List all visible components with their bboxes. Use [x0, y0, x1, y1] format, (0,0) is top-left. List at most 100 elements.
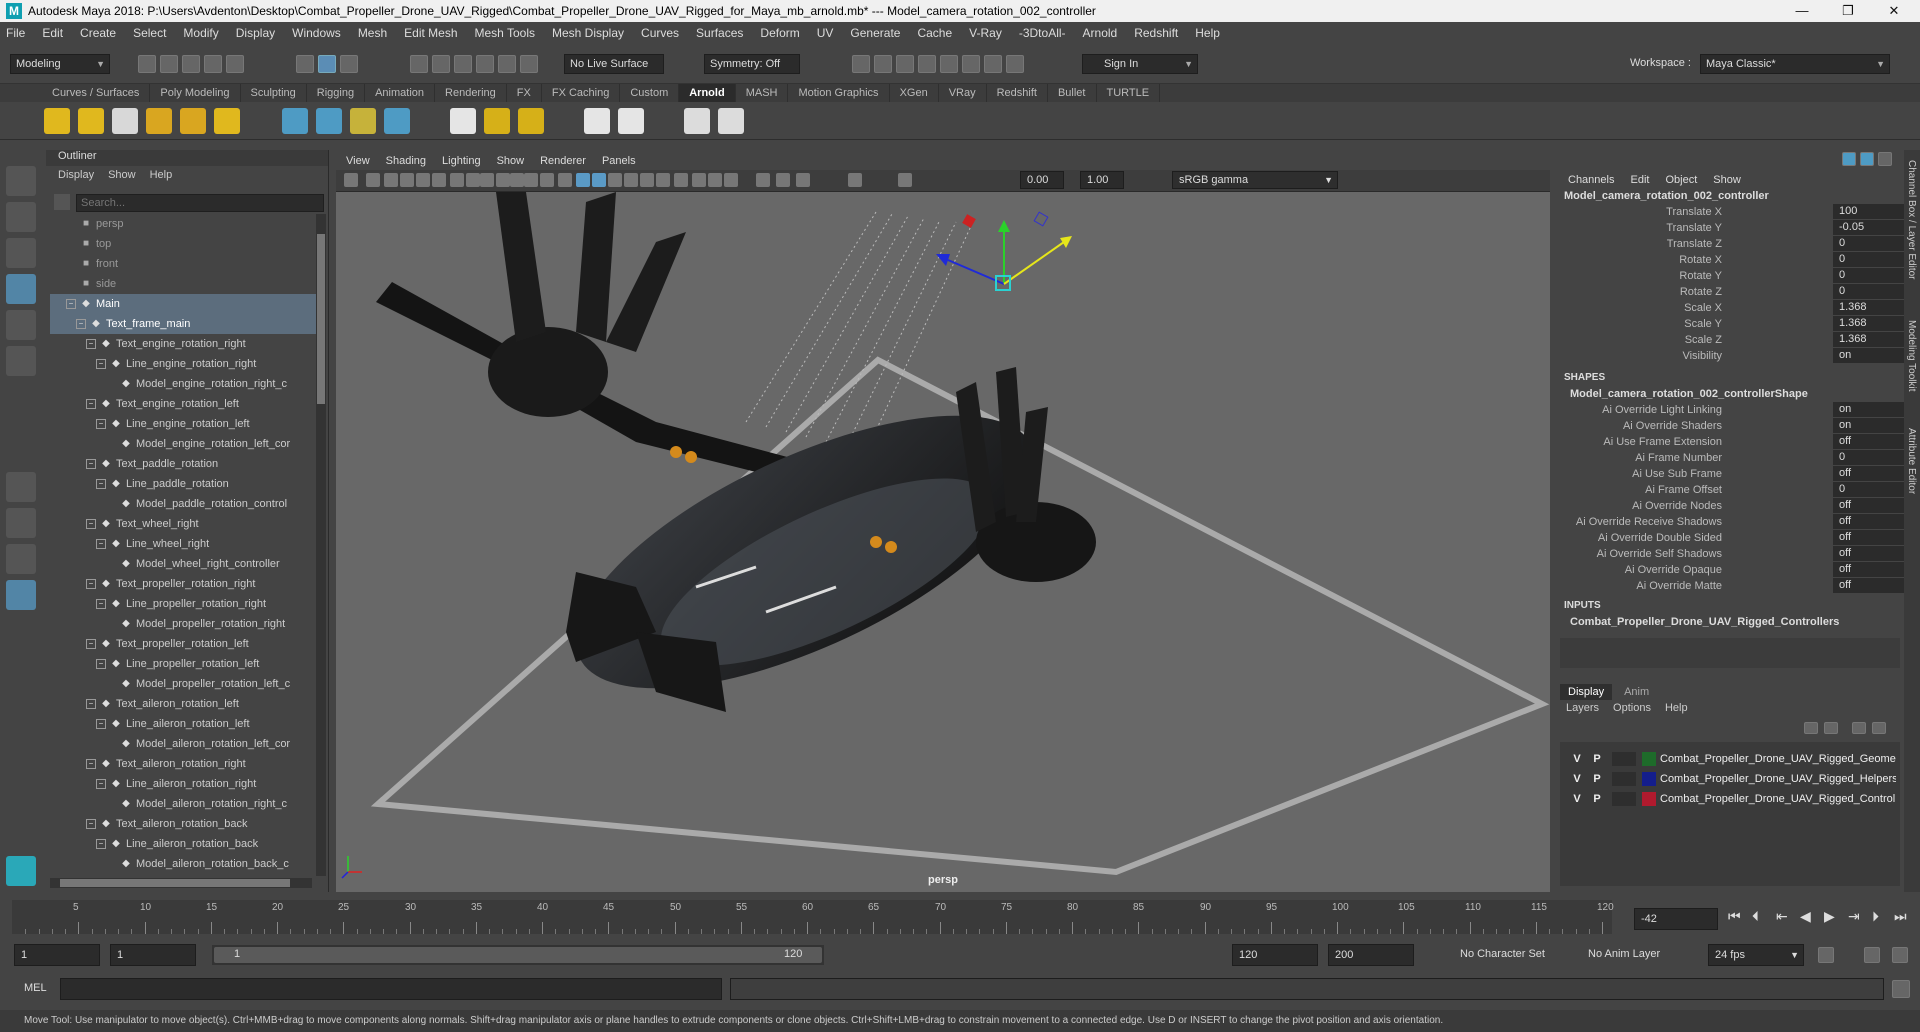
- color-manage-icon[interactable]: [898, 173, 912, 187]
- expand-toggle[interactable]: −: [66, 299, 76, 310]
- channel-value[interactable]: 0: [1833, 284, 1904, 299]
- new-scene-icon[interactable]: [138, 55, 156, 73]
- side-tab-modeling-toolkit[interactable]: Modeling Toolkit: [1906, 320, 1917, 392]
- gate-mask-icon[interactable]: [496, 173, 510, 187]
- anti-alias-icon[interactable]: [674, 173, 688, 187]
- channel-menu-channels[interactable]: Channels: [1568, 174, 1614, 186]
- layer-tab-display[interactable]: Display: [1560, 684, 1613, 700]
- layer-playback-toggle[interactable]: P: [1590, 750, 1604, 768]
- layer-color-swatch[interactable]: [1642, 792, 1656, 806]
- menu-help[interactable]: Help: [1195, 26, 1220, 40]
- undo-icon[interactable]: [204, 55, 222, 73]
- side-tab-channel-box[interactable]: Channel Box / Layer Editor: [1906, 160, 1917, 280]
- expand-toggle[interactable]: −: [86, 579, 96, 590]
- channel-name[interactable]: Ai Override Double Sided: [1598, 530, 1722, 546]
- channel-value[interactable]: 100: [1833, 204, 1904, 219]
- single-pane-layout-icon[interactable]: [6, 472, 36, 502]
- menu-deform[interactable]: Deform: [760, 26, 799, 40]
- channel-name[interactable]: Ai Frame Number: [1635, 450, 1722, 466]
- expand-toggle[interactable]: −: [96, 479, 106, 490]
- outliner-item[interactable]: ◆ Model_aileron_rotation_right_c: [50, 794, 320, 814]
- snap-curve-icon[interactable]: [432, 55, 450, 73]
- menu-cache[interactable]: Cache: [917, 26, 952, 40]
- playback-start-field[interactable]: 1: [110, 944, 196, 966]
- color-space-dropdown[interactable]: sRGB gamma ▼: [1172, 171, 1338, 189]
- viewport-menu-panels[interactable]: Panels: [602, 155, 636, 167]
- channel-value[interactable]: off: [1833, 562, 1904, 577]
- expand-toggle[interactable]: −: [76, 319, 86, 330]
- outliner-item[interactable]: − ◆ Line_wheel_right: [50, 534, 320, 554]
- exposure-field[interactable]: 0.00: [1020, 171, 1064, 189]
- channel-value[interactable]: off: [1833, 514, 1904, 529]
- expand-toggle[interactable]: −: [86, 699, 96, 710]
- menu-arnold[interactable]: Arnold: [1083, 26, 1118, 40]
- channel-name[interactable]: Ai Override Light Linking: [1602, 402, 1722, 418]
- channel-name[interactable]: Scale Y: [1684, 316, 1722, 332]
- play-forwards-icon[interactable]: ▶: [1824, 908, 1835, 925]
- menu-uv[interactable]: UV: [817, 26, 834, 40]
- exposure-icon[interactable]: [796, 173, 810, 187]
- outliner-vscroll-thumb[interactable]: [317, 234, 325, 404]
- menu-mesh-display[interactable]: Mesh Display: [552, 26, 624, 40]
- channel-name[interactable]: Ai Override Receive Shadows: [1576, 514, 1722, 530]
- snap-view-icon[interactable]: [498, 55, 516, 73]
- outliner-item[interactable]: ◆ Model_engine_rotation_right_c: [50, 374, 320, 394]
- standin-icon[interactable]: [282, 108, 308, 134]
- shelf-tab-animation[interactable]: Animation: [365, 84, 436, 102]
- wireframe-icon[interactable]: [558, 173, 572, 187]
- skydome-light-icon[interactable]: [146, 108, 172, 134]
- layer-visibility-toggle[interactable]: V: [1570, 770, 1584, 788]
- channel-name[interactable]: Rotate X: [1679, 252, 1722, 268]
- layer-type-toggle[interactable]: [1612, 772, 1636, 786]
- physical-sky-icon[interactable]: [214, 108, 240, 134]
- camera-rotation-controller[interactable]: [745, 211, 973, 453]
- xray-icon[interactable]: [724, 173, 738, 187]
- channel-name[interactable]: Translate Z: [1667, 236, 1722, 252]
- mode-dropdown[interactable]: Modeling ▼: [10, 54, 110, 74]
- shelf-tab-vray[interactable]: VRay: [939, 84, 987, 102]
- layer-row[interactable]: V P Combat_Propeller_Drone_UAV_Rigged_Cont…: [1568, 790, 1896, 808]
- menu-edit-mesh[interactable]: Edit Mesh: [404, 26, 457, 40]
- layer-menu-help[interactable]: Help: [1665, 702, 1688, 714]
- menu-modify[interactable]: Modify: [183, 26, 218, 40]
- outliner-item[interactable]: ◆ Model_engine_rotation_left_cor: [50, 434, 320, 454]
- ipr-render-icon[interactable]: [896, 55, 914, 73]
- menu-curves[interactable]: Curves: [641, 26, 679, 40]
- expand-toggle[interactable]: −: [96, 779, 106, 790]
- menu-select[interactable]: Select: [133, 26, 166, 40]
- symmetry-dropdown[interactable]: Symmetry: Off: [704, 54, 800, 74]
- playback-end-field[interactable]: 120: [1232, 944, 1318, 966]
- channel-name[interactable]: Ai Use Frame Extension: [1603, 434, 1722, 450]
- shelf-tab-rigging[interactable]: Rigging: [307, 84, 366, 102]
- shelf-tab-motion-graphics[interactable]: Motion Graphics: [788, 84, 890, 102]
- channel-name[interactable]: Translate X: [1666, 204, 1722, 220]
- mel-label[interactable]: MEL: [24, 982, 47, 994]
- menu-windows[interactable]: Windows: [292, 26, 341, 40]
- time-slider-track[interactable]: 5 10 15 20 25 30 35 40 45 50 55 60 65 70 75 80 85 90 95 100…: [12, 900, 1614, 934]
- shelf-tab-rendering[interactable]: Rendering: [435, 84, 507, 102]
- render-frame-icon[interactable]: [874, 55, 892, 73]
- shelf-tab-bullet[interactable]: Bullet: [1048, 84, 1097, 102]
- layer-visibility-toggle[interactable]: V: [1570, 750, 1584, 768]
- shelf-tab-curves-surfaces[interactable]: Curves / Surfaces: [42, 84, 151, 102]
- shelf-tab-xgen[interactable]: XGen: [890, 84, 939, 102]
- bookmark-icon[interactable]: [384, 173, 398, 187]
- outliner-item[interactable]: − ◆ Text_wheel_right: [50, 514, 320, 534]
- outliner-menu-show[interactable]: Show: [108, 169, 136, 181]
- outliner-hscroll-thumb[interactable]: [60, 879, 290, 887]
- outliner-item[interactable]: − ◆ Line_propeller_rotation_left: [50, 654, 320, 674]
- menu-surfaces[interactable]: Surfaces: [696, 26, 743, 40]
- channel-value[interactable]: on: [1833, 348, 1904, 363]
- outliner-item[interactable]: − ◆ Text_engine_rotation_left: [50, 394, 320, 414]
- textured-icon[interactable]: [592, 173, 606, 187]
- expand-toggle[interactable]: −: [96, 419, 106, 430]
- script-editor-icon[interactable]: [1892, 980, 1910, 998]
- rotate-tool-icon[interactable]: [6, 310, 36, 340]
- shelf-tab-mash[interactable]: MASH: [736, 84, 789, 102]
- go-to-end-icon[interactable]: ⏭: [1894, 908, 1907, 925]
- shelf-tab-fx[interactable]: FX: [507, 84, 542, 102]
- isolate-select-icon[interactable]: [708, 173, 722, 187]
- step-forward-key-icon[interactable]: ⇥: [1848, 908, 1860, 925]
- gamma-icon[interactable]: [848, 173, 862, 187]
- channel-value[interactable]: 0: [1833, 450, 1904, 465]
